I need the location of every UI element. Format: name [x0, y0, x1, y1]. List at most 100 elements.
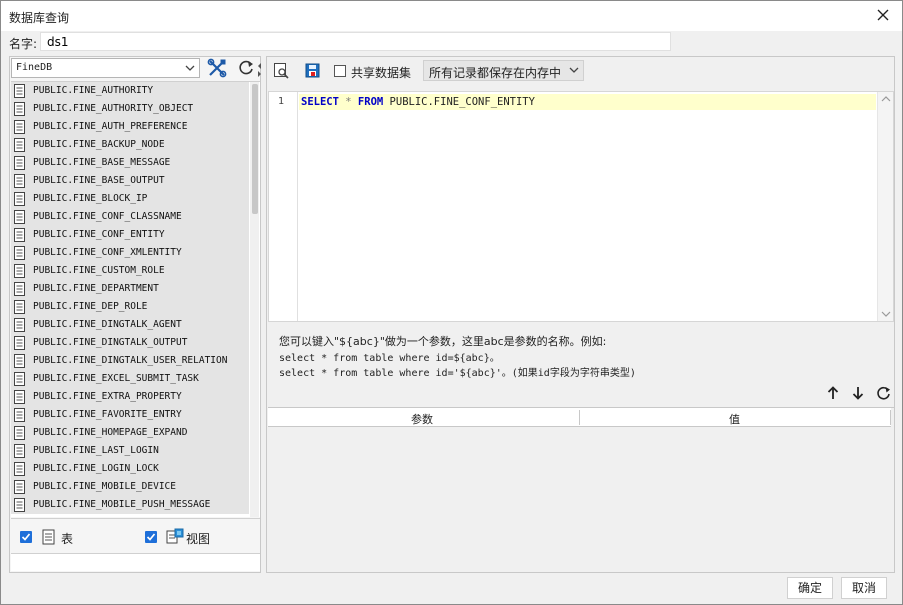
- table-list-item[interactable]: PUBLIC.FINE_EXTRA_PROPERTY: [11, 388, 249, 406]
- chevron-down-icon: [569, 67, 579, 73]
- table-icon: [14, 210, 25, 224]
- table-list-item[interactable]: PUBLIC.FINE_AUTHORITY_OBJECT: [11, 100, 249, 118]
- table-list[interactable]: PUBLIC.FINE_AUTHORITY PUBLIC.FINE_AUTHORI…: [11, 81, 260, 517]
- table-icon: [14, 102, 25, 116]
- table-list-item[interactable]: PUBLIC.FINE_BACKUP_NODE: [11, 136, 249, 154]
- table-icon: [14, 372, 25, 386]
- table-list-item[interactable]: PUBLIC.FINE_DINGTALK_OUTPUT: [11, 334, 249, 352]
- sql-star: *: [345, 96, 352, 108]
- table-icon: [14, 192, 25, 206]
- table-name: PUBLIC.FINE_BASE_OUTPUT: [33, 175, 165, 186]
- table-list-item[interactable]: PUBLIC.FINE_CONF_ENTITY: [11, 226, 249, 244]
- preview-icon[interactable]: [273, 62, 290, 79]
- table-name: PUBLIC.FINE_BLOCK_IP: [33, 193, 148, 204]
- sql-keyword-select: SELECT: [301, 96, 339, 108]
- table-name: PUBLIC.FINE_DINGTALK_USER_RELATION: [33, 355, 228, 366]
- show-views-label: 视图: [186, 532, 211, 546]
- checkmark-icon: [21, 533, 31, 541]
- database-select-value: FineDB: [16, 62, 53, 73]
- table-name: PUBLIC.FINE_FAVORITE_ENTRY: [33, 409, 182, 420]
- table-name: PUBLIC.FINE_AUTH_PREFERENCE: [33, 121, 188, 132]
- table-icon: [14, 174, 25, 188]
- list-scrollbar-thumb[interactable]: [252, 84, 258, 214]
- storage-mode-select[interactable]: 所有记录都保存在内存中: [423, 60, 584, 81]
- table-icon: [14, 282, 25, 296]
- table-list-item[interactable]: PUBLIC.FINE_LOGIN_LOCK: [11, 460, 249, 478]
- parameter-table-header: 参数 值: [268, 408, 891, 427]
- right-panel: 共享数据集 所有记录都保存在内存中 1 SELECT * FROM PUBLIC…: [266, 56, 895, 573]
- table-list-item[interactable]: PUBLIC.FINE_AUTH_PREFERENCE: [11, 118, 249, 136]
- table-icon: [14, 498, 25, 512]
- table-list-item[interactable]: PUBLIC.FINE_CUSTOM_ROLE: [11, 262, 249, 280]
- refresh-params-icon[interactable]: [874, 384, 892, 402]
- collapse-handle-icon[interactable]: [257, 57, 263, 79]
- sql-editor[interactable]: 1 SELECT * FROM PUBLIC.FINE_CONF_ENTITY: [268, 91, 894, 322]
- save-icon[interactable]: [305, 63, 320, 78]
- close-icon[interactable]: [874, 6, 892, 24]
- table-list-item[interactable]: PUBLIC.FINE_DINGTALK_AGENT: [11, 316, 249, 334]
- table-name: PUBLIC.FINE_CONF_ENTITY: [33, 229, 165, 240]
- scroll-up-icon[interactable]: [881, 95, 891, 103]
- table-icon: [14, 156, 25, 170]
- arrow-up-icon[interactable]: [824, 384, 842, 402]
- table-list-item[interactable]: PUBLIC.FINE_CONF_CLASSNAME: [11, 208, 249, 226]
- table-name: PUBLIC.FINE_DEP_ROLE: [33, 301, 148, 312]
- table-list-item[interactable]: PUBLIC.FINE_DINGTALK_USER_RELATION: [11, 352, 249, 370]
- refresh-icon[interactable]: [235, 57, 257, 79]
- left-footer-field[interactable]: [11, 553, 260, 571]
- table-icon: [14, 480, 25, 494]
- table-icon: [14, 354, 25, 368]
- table-icon: [14, 264, 25, 278]
- table-list-item[interactable]: PUBLIC.FINE_DEP_ROLE: [11, 298, 249, 316]
- table-list-item[interactable]: PUBLIC.FINE_MOBILE_PUSH_MESSAGE: [11, 496, 249, 514]
- table-list-item[interactable]: PUBLIC.FINE_MOBILE_DEVICE: [11, 478, 249, 496]
- table-list-item[interactable]: PUBLIC.FINE_CONF_XMLENTITY: [11, 244, 249, 262]
- table-list-item[interactable]: PUBLIC.FINE_DEPARTMENT: [11, 280, 249, 298]
- table-list-item[interactable]: PUBLIC.FINE_LAST_LOGIN: [11, 442, 249, 460]
- scroll-down-icon[interactable]: [881, 310, 891, 318]
- table-list-item[interactable]: PUBLIC.FINE_FAVORITE_ENTRY: [11, 406, 249, 424]
- chevron-down-icon: [185, 65, 195, 71]
- show-tables-label: 表: [61, 532, 74, 546]
- table-icon: [42, 529, 55, 545]
- database-select[interactable]: FineDB: [11, 58, 200, 78]
- table-list-item[interactable]: PUBLIC.FINE_BASE_OUTPUT: [11, 172, 249, 190]
- table-icon: [14, 426, 25, 440]
- table-name: PUBLIC.FINE_BASE_MESSAGE: [33, 157, 171, 168]
- table-list-item[interactable]: PUBLIC.FINE_EXCEL_SUBMIT_TASK: [11, 370, 249, 388]
- parameter-table[interactable]: 参数 值: [268, 407, 894, 572]
- line-number: 1: [278, 96, 285, 107]
- param-hint-line-2: select * from table where id=${abc}。: [279, 353, 500, 364]
- share-dataset-checkbox[interactable]: [334, 65, 346, 77]
- database-query-dialog: 数据库查询 名字: FineDB: [0, 0, 903, 605]
- sql-line[interactable]: SELECT * FROM PUBLIC.FINE_CONF_ENTITY: [299, 94, 876, 110]
- table-list-item[interactable]: PUBLIC.FINE_AUTHORITY: [11, 82, 249, 100]
- view-icon: [166, 528, 184, 544]
- table-list-item[interactable]: PUBLIC.FINE_BLOCK_IP: [11, 190, 249, 208]
- table-icon: [14, 228, 25, 242]
- table-icon: [14, 138, 25, 152]
- editor-scrollbar[interactable]: [877, 92, 893, 321]
- connection-tools-icon[interactable]: [206, 57, 228, 79]
- name-input[interactable]: [40, 32, 671, 51]
- table-list-item[interactable]: PUBLIC.FINE_BASE_MESSAGE: [11, 154, 249, 172]
- share-dataset-label: 共享数据集: [351, 66, 412, 80]
- list-scrollbar[interactable]: [250, 82, 259, 517]
- table-name: PUBLIC.FINE_DINGTALK_AGENT: [33, 319, 182, 330]
- table-icon: [14, 120, 25, 134]
- table-name: PUBLIC.FINE_LOGIN_LOCK: [33, 463, 159, 474]
- show-views-checkbox[interactable]: [145, 531, 157, 543]
- table-icon: [14, 336, 25, 350]
- ok-button[interactable]: 确定: [787, 577, 833, 599]
- param-hint-line-3: select * from table where id='${abc}'。(如…: [279, 368, 636, 379]
- table-name: PUBLIC.FINE_DEPARTMENT: [33, 283, 159, 294]
- line-gutter: 1: [269, 92, 298, 321]
- show-tables-checkbox[interactable]: [20, 531, 32, 543]
- table-icon: [14, 408, 25, 422]
- arrow-down-icon[interactable]: [849, 384, 867, 402]
- table-icon: [14, 300, 25, 314]
- query-toolbar: 共享数据集 所有记录都保存在内存中: [267, 57, 894, 85]
- column-separator: [579, 410, 580, 425]
- table-list-item[interactable]: PUBLIC.FINE_HOMEPAGE_EXPAND: [11, 424, 249, 442]
- cancel-button[interactable]: 取消: [841, 577, 887, 599]
